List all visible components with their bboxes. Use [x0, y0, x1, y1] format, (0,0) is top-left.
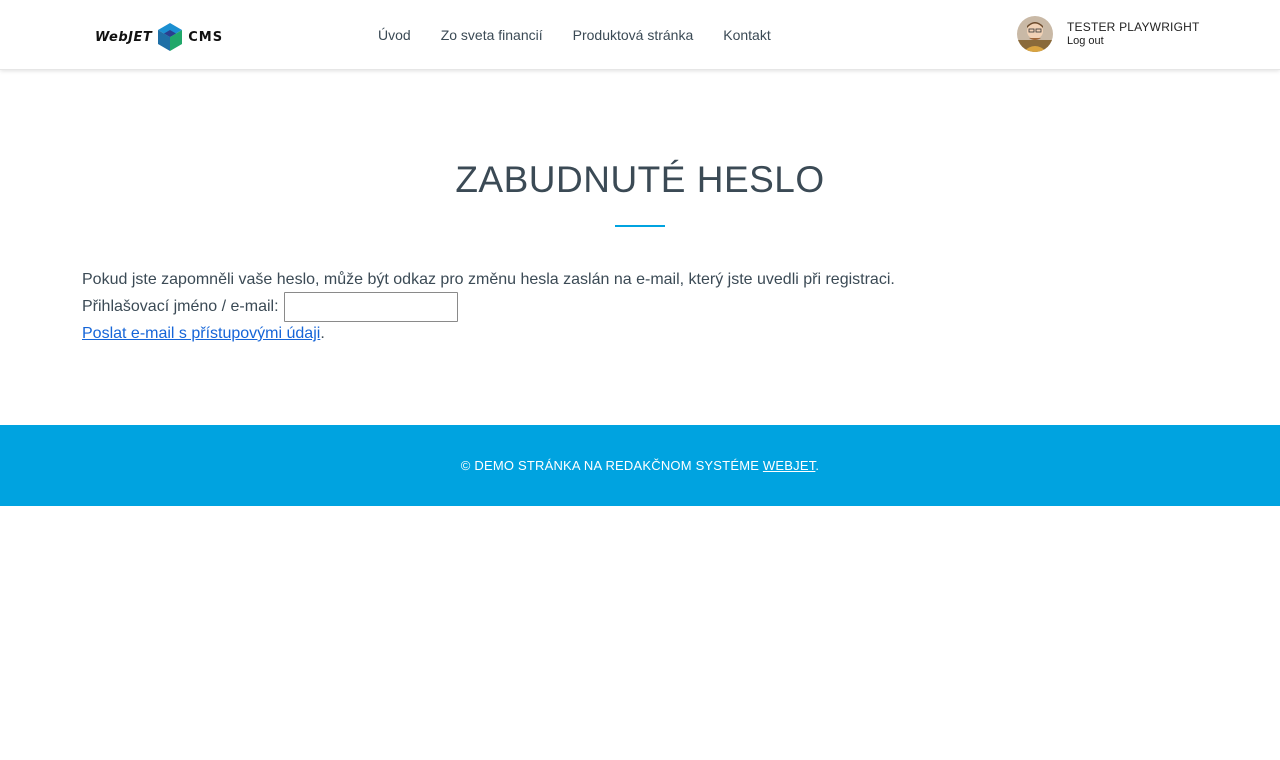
user-avatar[interactable] — [1017, 16, 1053, 52]
logo-word-cms: CMS — [188, 29, 224, 45]
site-footer: © DEMO STRÁNKA NA REDAKČNOM SYSTÉME WEBJ… — [0, 425, 1280, 506]
intro-text: Pokud jste zapomněli vaše heslo, může bý… — [82, 271, 895, 288]
nav-item-kontakt[interactable]: Kontakt — [723, 26, 770, 44]
webjet-logo[interactable]: WebJET CMS — [95, 22, 223, 52]
webjet-cube-icon — [158, 23, 183, 51]
footer-suffix: . — [815, 458, 820, 473]
nav-item-uvod[interactable]: Úvod — [378, 26, 411, 44]
title-divider — [615, 225, 665, 227]
send-suffix: . — [320, 325, 325, 342]
main-nav: Úvod Zo sveta financií Produktová stránk… — [378, 26, 801, 44]
user-name: TESTER PLAYWRIGHT — [1067, 20, 1200, 34]
footer-text: © DEMO STRÁNKA NA REDAKČNOM SYSTÉME WEBJ… — [461, 458, 819, 473]
send-row: Poslat e-mail s přístupovými údaji. — [82, 320, 1198, 347]
send-email-link[interactable]: Poslat e-mail s přístupovými údaji — [82, 325, 320, 342]
logo-word-webjet: WebJET — [95, 29, 153, 45]
site-header: WebJET CMS Úvod Zo sveta financií Produk… — [0, 0, 1280, 70]
login-row: Přihlašovací jméno / e-mail: — [82, 291, 1198, 322]
nav-item-zo-sveta-financii[interactable]: Zo sveta financií — [441, 26, 543, 44]
footer-copyright: © DEMO STRÁNKA NA REDAKČNOM SYSTÉME — [460, 458, 763, 473]
forgot-password-form: Pokud jste zapomněli vaše heslo, může bý… — [82, 266, 1198, 347]
login-input[interactable] — [283, 291, 458, 322]
footer-webjet-link[interactable]: WEBJET — [763, 458, 815, 473]
logout-link[interactable]: Log out — [1067, 34, 1200, 48]
login-label: Přihlašovací jméno / e-mail: — [82, 298, 279, 315]
page-title: ZABUDNUTÉ HESLO — [455, 159, 825, 200]
user-panel: TESTER PLAYWRIGHT Log out — [1017, 16, 1200, 52]
nav-item-produktova-stranka[interactable]: Produktová stránka — [573, 26, 694, 44]
user-text: TESTER PLAYWRIGHT Log out — [1067, 20, 1200, 48]
